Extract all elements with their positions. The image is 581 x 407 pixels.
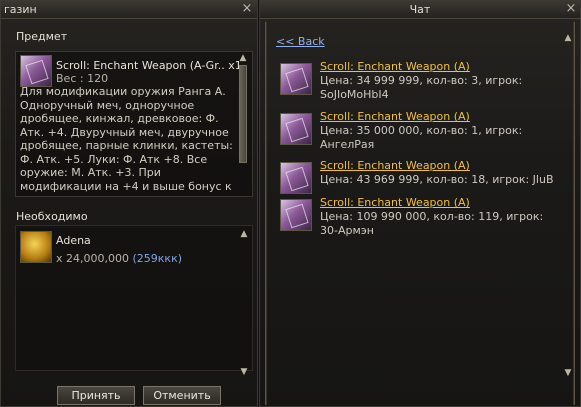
section-item-heading: Предмет [16, 30, 68, 43]
offer-item-link[interactable]: Scroll: Enchant Weapon (A) [320, 110, 470, 123]
offer-item-link[interactable]: Scroll: Enchant Weapon (A) [320, 196, 470, 209]
offer-player[interactable]: 30-Армэн [320, 224, 374, 237]
back-link[interactable]: << Back [276, 35, 325, 48]
offer-player[interactable]: SoJIoMoHbI4 [320, 88, 389, 101]
chat-titlebar[interactable]: Чат [260, 1, 580, 19]
chat-frame-right [573, 22, 575, 405]
shop-title: газин [4, 3, 37, 16]
accept-button[interactable]: Принять [57, 386, 135, 405]
offer-item: Scroll: Enchant Weapon (A) Цена: 34 999 … [280, 60, 560, 101]
chat-title: Чат [409, 3, 431, 16]
description-line: Ф. Атк. +5. Луки: Ф. Атк +8. Все [20, 152, 208, 166]
cancel-button[interactable]: Отменить [143, 386, 221, 405]
required-scrollbar[interactable]: ▲ ▼ [239, 229, 249, 379]
weight-label: Вес : [56, 72, 84, 85]
offer-price-line: Цена: 34 999 999, кол-во: 3, игрок: [320, 74, 523, 87]
section-required-heading: Необходимо [16, 210, 88, 223]
shop-close-icon[interactable]: × [240, 2, 254, 16]
item-scrollbar[interactable]: ▲ [238, 53, 248, 165]
offer-price-line: Цена: 35 000 000, кол-во: 1, игрок: [320, 124, 523, 137]
enchant-scroll-icon [280, 113, 312, 145]
description-line: оружие: М. Атк. +3. При [20, 166, 161, 179]
scroll-thumb[interactable] [239, 65, 247, 163]
offer-price-line: Цена: 43 969 999, кол-во: 18, игрок: Jlu… [320, 173, 554, 186]
offer-player[interactable]: АнгелРая [320, 138, 374, 151]
required-amount: x 24,000,000 [56, 252, 129, 265]
enchant-scroll-icon [280, 63, 312, 95]
description-line: Атк. +4. Двуручный меч, двуручное [20, 125, 229, 139]
offer-item-link[interactable]: Scroll: Enchant Weapon (A) [320, 60, 470, 73]
item-weight-row: Вес : 120 [56, 72, 108, 85]
weight-value: 120 [87, 72, 109, 85]
description-line: дробящее, парные клинки, кастеты: [20, 139, 233, 152]
required-scroll-up-arrow-icon[interactable]: ▲ [239, 229, 249, 239]
enchant-scroll-icon [280, 162, 312, 194]
scroll-up-arrow-icon[interactable]: ▲ [238, 53, 248, 63]
description-line: Для модификации оружия Ранга А. [20, 85, 226, 98]
offer-item: Scroll: Enchant Weapon (A) Цена: 109 990… [280, 196, 560, 237]
chat-scrollbar[interactable]: ▲ ▼ [563, 33, 573, 378]
adena-coin-icon [20, 231, 52, 263]
offer-item-link[interactable]: Scroll: Enchant Weapon (A) [320, 159, 470, 172]
offer-item: Scroll: Enchant Weapon (A) Цена: 43 969 … [280, 159, 560, 199]
required-item-name: Adena [56, 234, 91, 247]
enchant-scroll-icon [280, 199, 312, 231]
required-note: (259ккк) [132, 252, 183, 265]
enchant-scroll-icon [20, 55, 52, 87]
item-name-row: Scroll: Enchant Weapon (A-Gr.. x1 [56, 59, 242, 72]
offer-item: Scroll: Enchant Weapon (A) Цена: 35 000 … [280, 110, 560, 151]
chat-frame-left [265, 22, 267, 405]
chat-scroll-down-arrow-icon[interactable]: ▼ [563, 368, 573, 378]
item-name: Scroll: Enchant Weapon (A-Gr.. [56, 59, 225, 72]
required-scroll-down-arrow-icon[interactable]: ▼ [239, 367, 249, 377]
description-line: модификации на +4 и выше бонус к [20, 179, 232, 193]
shop-titlebar[interactable]: газин [1, 1, 257, 19]
description-line: дробящее, кинжал, древковое: Ф. [20, 112, 219, 125]
item-description: Для модификации оружия Ранга А. Одноручны… [20, 85, 238, 193]
description-line: Одноручный меч, одноручное [20, 98, 195, 112]
chat-scroll-up-arrow-icon[interactable]: ▲ [563, 33, 573, 43]
required-amount-row: x 24,000,000 (259ккк) [56, 252, 182, 265]
offer-price-line: Цена: 109 990 000, кол-во: 119, игрок: [320, 210, 544, 223]
shop-window: газин × Предмет Scroll: Enchant Weapon (… [0, 0, 258, 407]
chat-close-icon[interactable]: × [564, 2, 578, 16]
